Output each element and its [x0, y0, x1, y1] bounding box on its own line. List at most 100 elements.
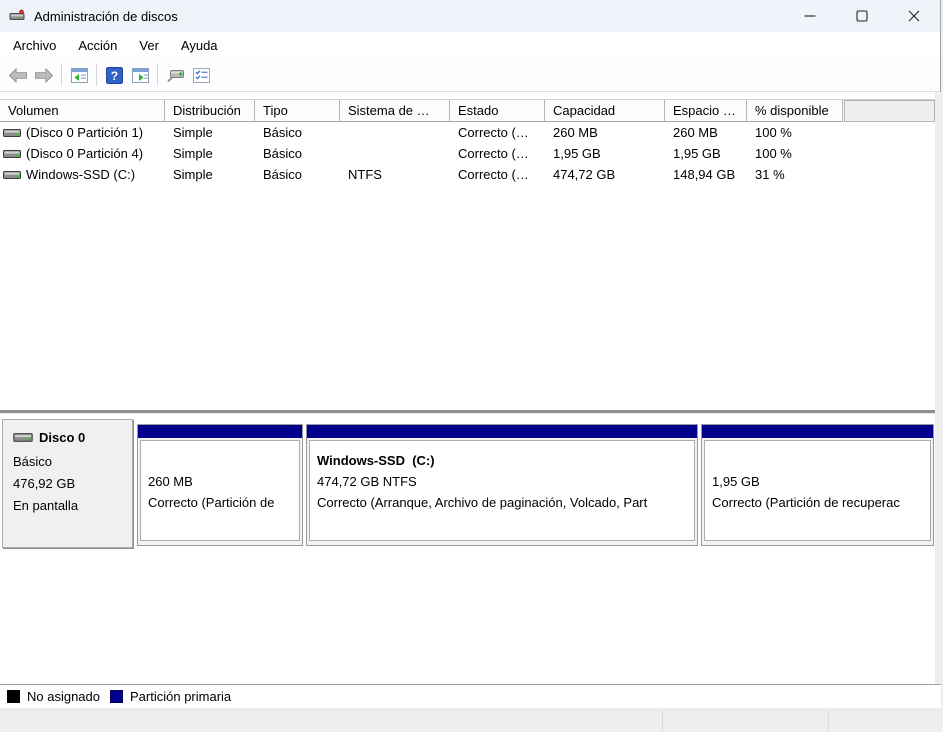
partition-name	[148, 450, 299, 471]
volume-type: Básico	[263, 146, 303, 161]
disk-management-window: Administración de discos Archivo Acción …	[0, 0, 941, 708]
disk-name: Disco 0	[39, 430, 86, 445]
volume-disk-icon	[3, 149, 21, 158]
taskbar-divider	[828, 711, 829, 732]
volume-table-header: Volumen Distribución Tipo Sistema de … E…	[0, 99, 935, 122]
volume-free: 260 MB	[673, 125, 718, 140]
maximize-icon	[856, 10, 868, 22]
legend-label: Partición primaria	[130, 689, 232, 704]
volume-free: 1,95 GB	[673, 146, 721, 161]
properties-checklist-icon	[192, 67, 210, 83]
disk0-info-panel[interactable]: Disco 0 Básico 476,92 GB En pantalla	[2, 419, 133, 548]
partition-primary-bar	[307, 425, 697, 438]
volume-status: Correcto (…	[458, 125, 529, 140]
help-icon: ?	[105, 66, 123, 84]
partition-block-1[interactable]: 260 MB Correcto (Partición de	[137, 424, 303, 546]
help-button[interactable]: ?	[101, 62, 127, 88]
volume-layout: Simple	[173, 167, 213, 182]
toolbar-separator	[96, 64, 97, 86]
volume-layout: Simple	[173, 146, 213, 161]
column-header-disponible[interactable]: % disponible	[747, 100, 843, 122]
menubar: Archivo Acción Ver Ayuda	[0, 32, 940, 59]
partition-size: 474,72 GB NTFS	[317, 474, 417, 489]
column-header-espacio[interactable]: Espacio …	[665, 100, 747, 122]
toolbar-separator	[61, 64, 62, 86]
taskbar-divider	[662, 711, 663, 732]
volume-disk-icon	[3, 170, 21, 179]
disk-size: 476,92 GB	[13, 476, 76, 491]
menu-accion[interactable]: Acción	[67, 34, 128, 57]
window-title: Administración de discos	[34, 8, 178, 24]
column-header-volumen[interactable]: Volumen	[0, 100, 165, 122]
table-row[interactable]: (Disco 0 Partición 1) Simple Básico Corr…	[0, 122, 935, 143]
volume-fs	[340, 122, 450, 143]
partition-size: 260 MB	[148, 474, 193, 489]
window-right-gutter	[935, 92, 941, 684]
menu-ver[interactable]: Ver	[128, 34, 170, 57]
partition-status: Correcto (Partición de	[148, 495, 275, 510]
column-header-capacidad[interactable]: Capacidad	[545, 100, 665, 122]
show-action-pane-icon	[131, 67, 149, 83]
volume-status: Correcto (…	[458, 167, 529, 182]
primary-partition-swatch-icon	[110, 690, 123, 703]
volume-pct-free: 100 %	[755, 125, 792, 140]
volume-type: Básico	[263, 125, 303, 140]
menu-archivo[interactable]: Archivo	[2, 34, 67, 57]
volume-capacity: 260 MB	[553, 125, 598, 140]
rescan-disks-button[interactable]	[162, 62, 188, 88]
partition-status: Correcto (Partición de recuperac	[712, 495, 900, 510]
disk-type: Básico	[13, 454, 53, 469]
volume-layout: Simple	[173, 125, 213, 140]
column-header-tipo[interactable]: Tipo	[255, 100, 340, 122]
partition-name: Windows-SSD (C:)	[317, 453, 435, 468]
volume-name: (Disco 0 Partición 1)	[26, 125, 144, 140]
volume-free: 148,94 GB	[673, 167, 736, 182]
legend-item-primary-partition: Partición primaria	[110, 689, 231, 704]
rescan-disks-icon	[166, 70, 184, 83]
volume-type: Básico	[263, 167, 303, 182]
table-row[interactable]: Windows-SSD (C:) Simple Básico NTFS Corr…	[0, 164, 935, 185]
minimize-icon	[804, 15, 816, 17]
volume-fs: NTFS	[348, 167, 382, 182]
titlebar: Administración de discos	[0, 0, 940, 32]
table-row[interactable]: (Disco 0 Partición 4) Simple Básico Corr…	[0, 143, 935, 164]
forward-button[interactable]	[31, 62, 57, 88]
volume-list-pane: Volumen Distribución Tipo Sistema de … E…	[0, 92, 935, 408]
legend-item-unallocated: No asignado	[7, 689, 100, 704]
partition-block-c[interactable]: Windows-SSD (C:) 474,72 GB NTFS Correcto…	[306, 424, 698, 546]
unallocated-swatch-icon	[7, 690, 20, 703]
partition-primary-bar	[138, 425, 302, 438]
volume-name: (Disco 0 Partición 4)	[26, 146, 144, 161]
toolbar: ?	[0, 59, 940, 92]
column-header-sistema[interactable]: Sistema de …	[340, 100, 450, 122]
disk-icon	[13, 433, 33, 442]
properties-checklist-button[interactable]	[188, 62, 214, 88]
close-icon	[908, 10, 920, 22]
partition-primary-bar	[702, 425, 933, 438]
disk-status: En pantalla	[13, 498, 79, 513]
legend-bar: No asignado Partición primaria	[0, 684, 941, 708]
volume-disk-icon	[3, 128, 21, 137]
taskbar-strip	[0, 710, 943, 732]
partition-block-recovery[interactable]: 1,95 GB Correcto (Partición de recuperac	[701, 424, 934, 546]
disk-graphical-pane: Disco 0 Básico 476,92 GB En pantalla 260…	[0, 414, 935, 684]
forward-icon	[35, 67, 54, 83]
back-button[interactable]	[5, 62, 31, 88]
column-header-distribucion[interactable]: Distribución	[165, 100, 255, 122]
minimize-button[interactable]	[784, 0, 836, 32]
show-action-pane-button[interactable]	[127, 62, 153, 88]
close-button[interactable]	[888, 0, 940, 32]
volume-pct-free: 31 %	[755, 167, 785, 182]
disk-management-app-icon	[9, 8, 25, 24]
partition-status: Correcto (Arranque, Archivo de paginació…	[317, 495, 648, 510]
volume-pct-free: 100 %	[755, 146, 792, 161]
partition-blocks: 260 MB Correcto (Partición de Windows-SS…	[137, 424, 937, 548]
legend-label: No asignado	[27, 689, 100, 704]
window-controls	[784, 0, 940, 32]
maximize-button[interactable]	[836, 0, 888, 32]
volume-capacity: 1,95 GB	[553, 146, 601, 161]
column-header-estado[interactable]: Estado	[450, 100, 545, 122]
menu-ayuda[interactable]: Ayuda	[170, 34, 229, 57]
show-console-tree-icon	[70, 67, 88, 83]
show-console-tree-button[interactable]	[66, 62, 92, 88]
